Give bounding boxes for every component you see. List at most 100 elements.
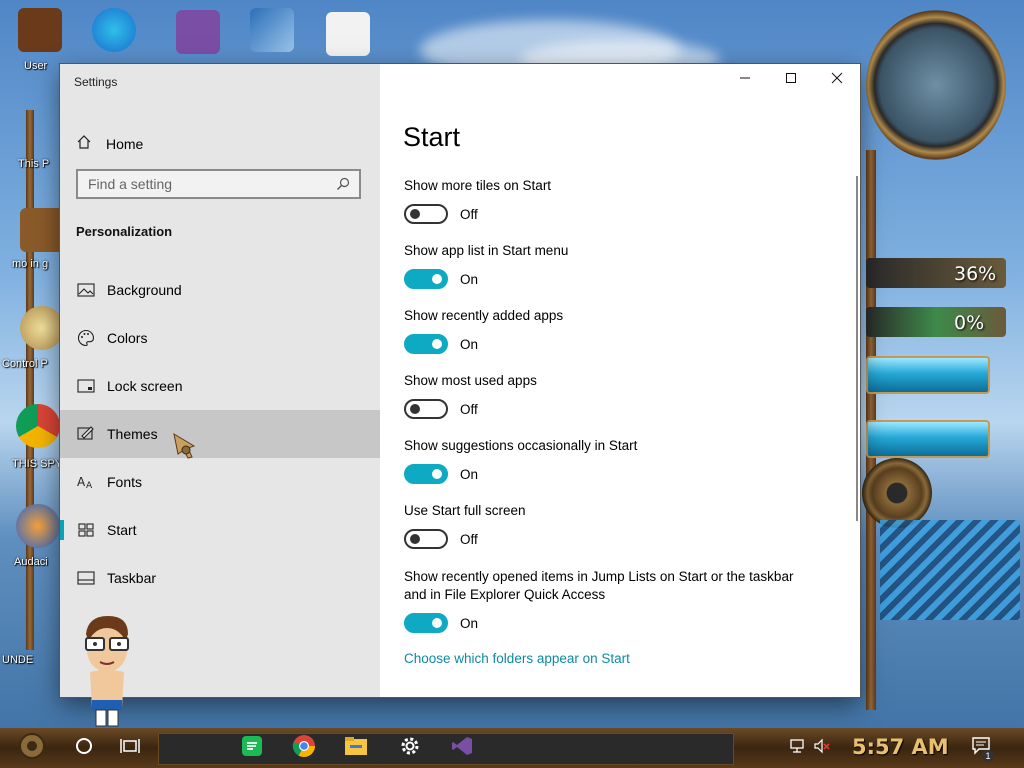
chrome-desktop-icon[interactable] [16, 404, 60, 448]
setting-label: Show recently added apps [404, 308, 564, 323]
taskbar-app-chrome[interactable] [288, 732, 320, 764]
control-panel-icon[interactable] [20, 306, 64, 350]
sidebar-item-themes[interactable]: Themes [60, 410, 380, 458]
sidebar-item-label: Background [107, 282, 182, 298]
toggle-state: On [460, 336, 479, 352]
sidebar-item-label: Taskbar [107, 570, 157, 586]
taskbar-app-settings[interactable] [394, 732, 426, 764]
more-tiles-toggle[interactable] [404, 204, 448, 224]
desktop-icon-label: UNDE [2, 654, 34, 666]
taskbar-icon [77, 569, 95, 587]
setting-app-list: Show app list in Start menu On [404, 242, 824, 289]
sidebar-item-lock-screen[interactable]: Lock screen [60, 362, 380, 410]
sidebar-item-label: Colors [107, 330, 148, 346]
setting-label: Show most used apps [404, 373, 537, 388]
sidebar-item-label: Fonts [107, 474, 143, 490]
setting-full-screen: Use Start full screen Off [404, 502, 824, 549]
recently-added-toggle[interactable] [404, 334, 448, 354]
sidebar: Settings Home Personalization Background [60, 64, 380, 697]
home-icon [76, 134, 92, 155]
visual-studio-icon [451, 735, 473, 762]
most-used-toggle[interactable] [404, 399, 448, 419]
setting-label: Show app list in Start menu [404, 243, 569, 258]
toggle-state: On [460, 271, 479, 287]
desktop-icon-label: Audaci [14, 556, 48, 568]
toggle-state: Off [460, 401, 478, 417]
file-explorer-icon [344, 736, 368, 761]
window-title: Settings [74, 75, 118, 89]
search-input[interactable] [78, 171, 338, 197]
sidebar-item-background[interactable]: Background [60, 266, 380, 314]
app-list-toggle[interactable] [404, 269, 448, 289]
toggle-state: Off [460, 531, 478, 547]
themes-brush-icon [77, 425, 95, 443]
setting-label: Show recently opened items in Jump Lists… [404, 569, 794, 602]
hxd-icon[interactable] [326, 12, 370, 56]
sidebar-item-label: Lock screen [107, 378, 183, 394]
desktop-icon-label: Control P [2, 358, 48, 370]
setting-recently-added: Show recently added apps On [404, 307, 824, 354]
cpu-gauge-value: 36% [954, 263, 997, 285]
taskbar-app-visual-studio[interactable] [446, 732, 478, 764]
start-tiles-icon [77, 521, 95, 539]
chrome-icon [292, 734, 316, 763]
user-folder-icon[interactable] [18, 8, 62, 52]
sidebar-item-start[interactable]: Start [60, 506, 380, 554]
full-screen-toggle[interactable] [404, 529, 448, 549]
setting-more-tiles: Show more tiles on Start Off [404, 177, 824, 224]
toggle-state: On [460, 466, 479, 482]
glass-tube-meter [866, 420, 990, 458]
cortana-button[interactable] [68, 732, 100, 764]
virtualbox-icon[interactable] [250, 8, 294, 52]
sidebar-item-taskbar[interactable]: Taskbar [60, 554, 380, 602]
desktop-icon-label: User [24, 60, 48, 72]
steampunk-frame [26, 110, 34, 650]
setting-suggestions: Show suggestions occasionally in Start O… [404, 437, 824, 484]
sidebar-item-label: Start [107, 522, 137, 538]
settings-gear-icon [399, 735, 421, 762]
sidebar-item-colors[interactable]: Colors [60, 314, 380, 362]
memory-gauge [866, 307, 1006, 337]
visual-studio-desktop-icon[interactable] [176, 10, 220, 54]
audacity-icon[interactable] [16, 504, 60, 548]
choose-folders-link[interactable]: Choose which folders appear on Start [404, 651, 630, 666]
volume-tray-button[interactable] [806, 732, 838, 764]
gear-decoration [862, 458, 932, 528]
taskbar-app-spotify[interactable] [236, 732, 268, 764]
scrollbar[interactable] [856, 176, 858, 521]
folder-icon[interactable] [20, 208, 64, 252]
spotify-icon [241, 735, 263, 762]
setting-jump-lists: Show recently opened items in Jump Lists… [404, 568, 814, 633]
mouse-cursor-icon [172, 430, 202, 465]
glass-tube-meter [866, 356, 990, 394]
pipes-decoration [880, 520, 1020, 620]
search-box[interactable] [76, 169, 361, 199]
start-button[interactable] [16, 732, 48, 764]
edge-icon[interactable] [92, 8, 136, 52]
sidebar-item-fonts[interactable]: AA Fonts [60, 458, 380, 506]
setting-label: Show more tiles on Start [404, 178, 552, 193]
selected-indicator [60, 520, 64, 540]
nav-home-label: Home [106, 136, 144, 152]
cartoon-avatar [78, 612, 136, 728]
memory-gauge-value: 0% [954, 312, 985, 334]
taskbar-app-file-explorer[interactable] [340, 732, 372, 764]
svg-text:A: A [77, 475, 86, 489]
desktop-icon-label: This P [18, 158, 50, 170]
lock-screen-icon [77, 377, 95, 395]
task-view-icon [120, 737, 140, 760]
task-view-button[interactable] [114, 732, 146, 764]
jump-lists-toggle[interactable] [404, 613, 448, 633]
toggle-state: Off [460, 206, 478, 222]
settings-window: Settings Home Personalization Background [60, 64, 860, 697]
suggestions-toggle[interactable] [404, 464, 448, 484]
fonts-icon: AA [77, 473, 95, 491]
palette-icon [77, 329, 95, 347]
notification-count: 1 [982, 750, 994, 762]
action-center-button[interactable]: 1 [966, 732, 998, 764]
search-icon[interactable] [335, 176, 351, 197]
desktop-icon-label: mo in g [12, 258, 49, 270]
page-title: Start [403, 122, 461, 152]
nav-home[interactable]: Home [76, 128, 376, 160]
taskbar-clock[interactable]: 5:57 AM [852, 735, 949, 759]
